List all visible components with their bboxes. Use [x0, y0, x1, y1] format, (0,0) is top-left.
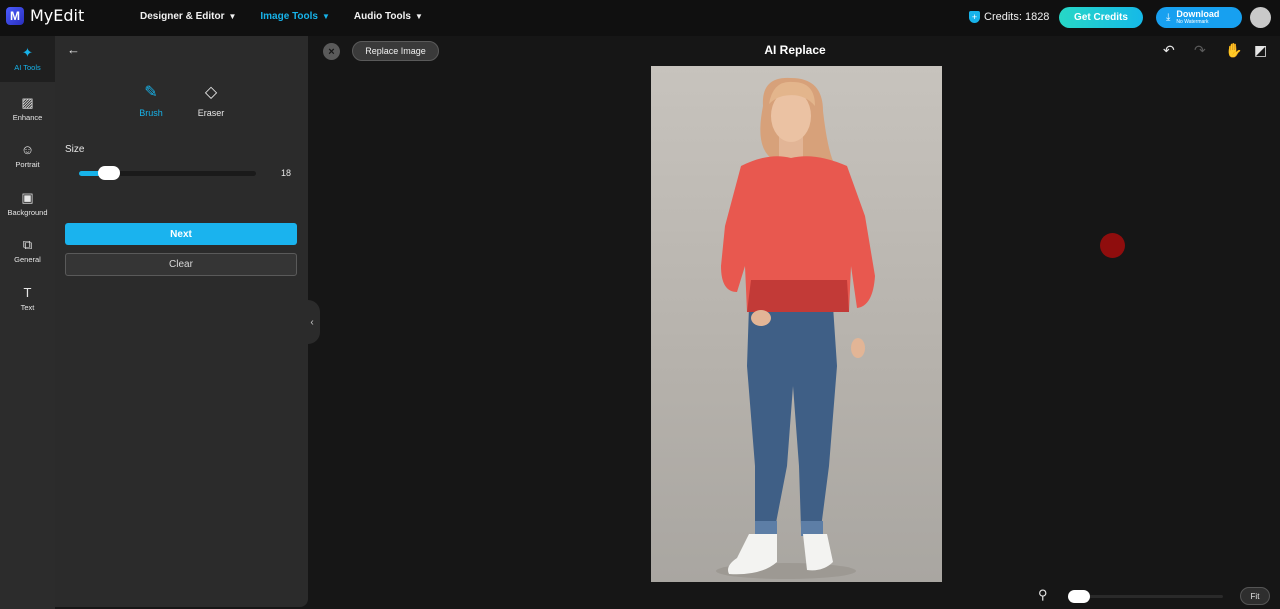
nav-label: Image Tools	[260, 11, 318, 22]
brush-tool[interactable]: ✎ Brush	[126, 84, 176, 118]
magic-wand-icon: ✦	[22, 45, 33, 60]
rail-label: AI Tools	[14, 63, 41, 72]
credits-shield-icon: +	[969, 11, 980, 23]
rail-label: Portrait	[15, 160, 40, 169]
logo-mark-icon: M	[6, 6, 24, 25]
rail-item-general[interactable]: ⧉ General	[0, 228, 55, 274]
credits-display: + Credits: 1828	[969, 11, 1049, 23]
collapse-panel-button[interactable]: ‹	[304, 300, 320, 344]
nav-label: Audio Tools	[353, 11, 411, 22]
rail-item-background[interactable]: ▣ Background	[0, 181, 55, 227]
zoom-icon: ⚲	[1038, 587, 1048, 602]
download-label: Download	[1176, 8, 1220, 19]
size-value: 18	[281, 168, 292, 178]
tool-panel: ← ✎ Brush ◇ Eraser Size 18 Next Clear	[55, 36, 308, 607]
brush-label: Brush	[139, 108, 163, 118]
chevron-down-icon: ▼	[228, 12, 237, 21]
download-sublabel: No Watermark	[1176, 18, 1209, 25]
rail-label: Background	[7, 208, 48, 217]
eraser-tool[interactable]: ◇ Eraser	[186, 84, 236, 118]
top-bar: M MyEdit Designer & Editor ▼ Image Tools ▼…	[0, 0, 1280, 36]
credits-label: Credits: 1828	[984, 11, 1050, 23]
text-icon: T	[23, 285, 32, 300]
chevron-down-icon: ▼	[322, 12, 330, 21]
avatar[interactable]	[1250, 7, 1271, 28]
app-logo[interactable]: M MyEdit	[6, 6, 84, 25]
get-credits-button[interactable]: Get Credits	[1059, 7, 1143, 28]
download-button[interactable]: ⤓ Download No Watermark	[1156, 7, 1242, 28]
close-icon[interactable]: ×	[323, 43, 340, 60]
eraser-label: Eraser	[197, 108, 225, 118]
nav-audio-tools[interactable]: Audio Tools ▼	[354, 11, 423, 22]
hand-pan-icon[interactable]: ✋	[1225, 42, 1242, 59]
compare-icon[interactable]: ◩	[1254, 42, 1267, 59]
size-label: Size	[65, 144, 85, 155]
brush-icon: ✎	[144, 84, 158, 101]
chevron-left-icon: ‹	[310, 316, 314, 328]
general-icon: ⧉	[22, 237, 33, 252]
rail-item-portrait[interactable]: ☺ Portrait	[0, 133, 55, 179]
zoom-slider-thumb[interactable]	[1067, 590, 1090, 603]
undo-icon[interactable]: ↶	[1163, 42, 1175, 59]
nav-designer-editor[interactable]: Designer & Editor ▼	[140, 11, 236, 22]
zoom-slider[interactable]	[1067, 590, 1223, 603]
rail-label: Enhance	[12, 113, 43, 122]
tool-category-rail: ✦ AI Tools ▨ Enhance ☺ Portrait ▣ Backgr…	[0, 36, 55, 609]
nav-label: Designer & Editor	[140, 11, 225, 22]
download-text: Download No Watermark	[1176, 8, 1220, 26]
next-button[interactable]: Next	[65, 223, 297, 245]
replace-image-button[interactable]: Replace Image	[352, 41, 439, 61]
rail-label: Text	[20, 303, 35, 312]
rail-item-ai-tools[interactable]: ✦ AI Tools	[0, 36, 55, 82]
background-icon: ▣	[21, 190, 34, 205]
size-slider[interactable]	[79, 166, 256, 180]
page-title: AI Replace	[764, 43, 826, 57]
brush-cursor	[1100, 233, 1125, 258]
edited-photo[interactable]	[651, 66, 942, 582]
app-name: MyEdit	[30, 6, 85, 25]
photo-illustration	[716, 77, 875, 579]
nav-image-tools[interactable]: Image Tools ▼	[260, 11, 330, 22]
redo-icon[interactable]: ↷	[1194, 42, 1206, 59]
chevron-down-icon: ▼	[414, 12, 423, 21]
portrait-icon: ☺	[20, 142, 35, 157]
fit-button[interactable]: Fit	[1240, 587, 1270, 605]
back-arrow-icon[interactable]: ←	[67, 42, 80, 57]
clear-button[interactable]: Clear	[65, 253, 297, 276]
download-icon: ⤓	[1166, 12, 1171, 23]
image-enhance-icon: ▨	[21, 95, 34, 110]
rail-item-text[interactable]: T Text	[0, 276, 55, 322]
rail-label: General	[14, 255, 41, 264]
size-slider-thumb[interactable]	[98, 166, 121, 180]
eraser-icon: ◇	[204, 84, 218, 101]
rail-item-enhance[interactable]: ▨ Enhance	[0, 86, 55, 132]
main-nav: Designer & Editor ▼ Image Tools ▼ Audio To…	[140, 11, 423, 22]
